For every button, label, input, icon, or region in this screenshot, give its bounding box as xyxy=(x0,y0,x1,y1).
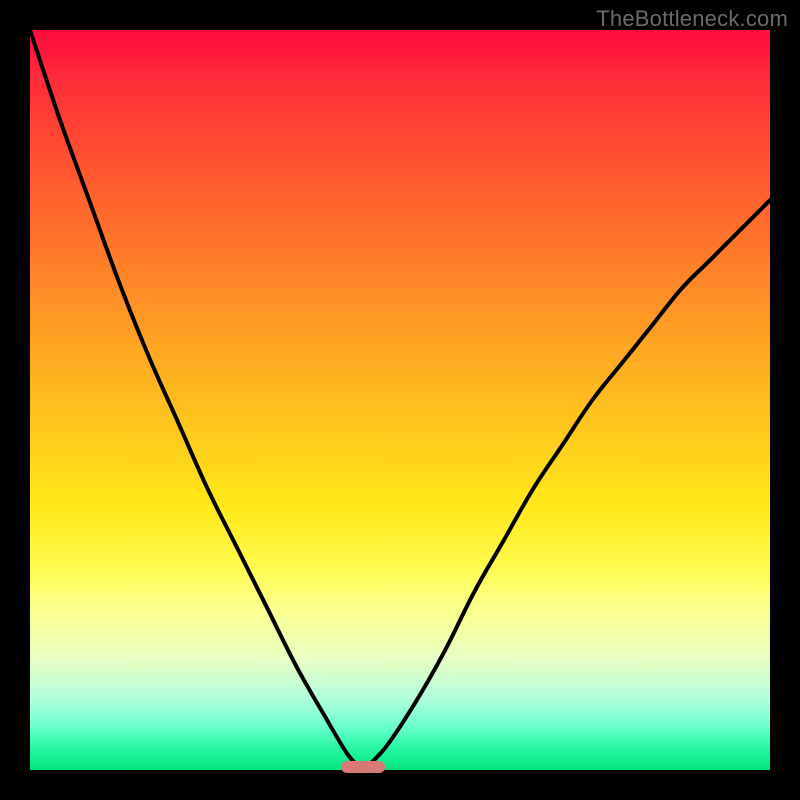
watermark-text: TheBottleneck.com xyxy=(596,6,788,32)
right-curve xyxy=(363,200,770,770)
minimum-marker xyxy=(341,761,385,773)
outer-frame: TheBottleneck.com xyxy=(0,0,800,800)
left-curve xyxy=(30,30,363,770)
plot-area xyxy=(30,30,770,770)
curve-layer xyxy=(30,30,770,770)
